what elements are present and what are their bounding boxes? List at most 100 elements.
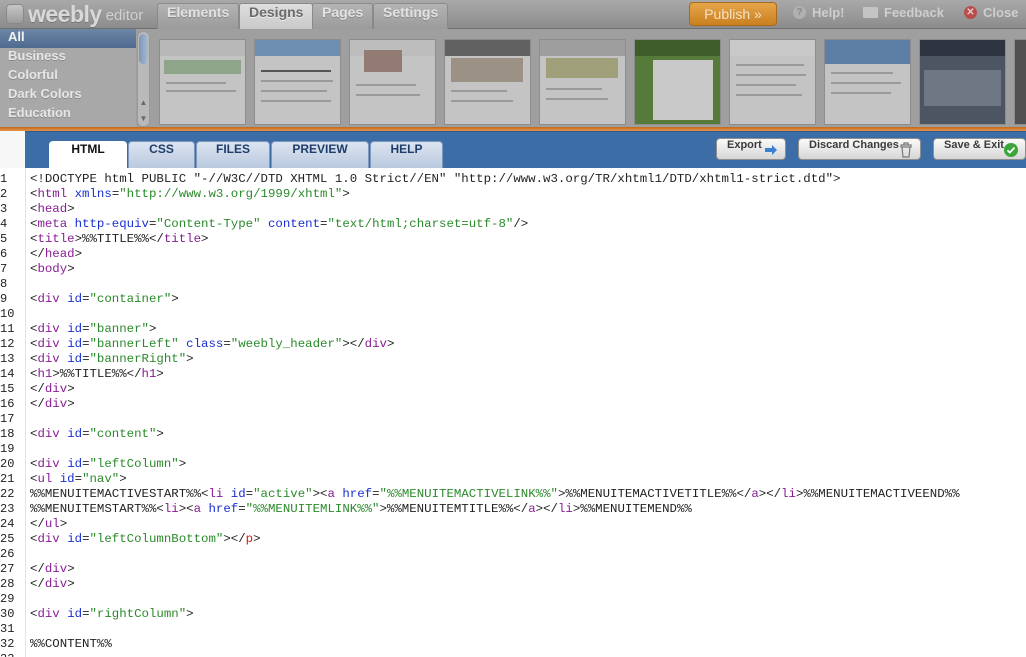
tab-html[interactable]: HTML <box>49 141 127 170</box>
line-number: 24 <box>0 517 15 531</box>
design-category-all[interactable]: All <box>0 29 136 48</box>
line-code: </ul> <box>30 517 68 531</box>
design-thumbnail[interactable] <box>1014 39 1026 125</box>
publish-button[interactable]: Publish » <box>689 2 777 26</box>
code-line[interactable]: 20 <div id="leftColumn"> <box>0 457 1026 472</box>
code-line[interactable]: 26 <box>0 547 1026 562</box>
save-exit-button[interactable]: Save & Exit <box>933 138 1026 160</box>
scrollbar-thumb[interactable] <box>139 34 148 64</box>
code-line[interactable]: 24 </ul> <box>0 517 1026 532</box>
code-line[interactable]: 28 </div> <box>0 577 1026 592</box>
code-line[interactable]: 15 </div> <box>0 382 1026 397</box>
line-number: 23 <box>0 502 15 516</box>
design-thumbnail[interactable] <box>539 39 626 125</box>
code-line[interactable]: 11 <div id="banner"> <box>0 322 1026 337</box>
line-code: <div id="bannerRight"> <box>30 352 194 366</box>
scroll-down-icon[interactable]: ▼ <box>139 114 148 123</box>
designs-panel: All Business Colorful Dark Colors Educat… <box>0 29 1026 127</box>
tab-preview[interactable]: PREVIEW <box>271 141 369 169</box>
help-link[interactable]: ? Help! <box>793 5 845 20</box>
design-thumbnail[interactable] <box>349 39 436 125</box>
line-number: 8 <box>0 277 8 291</box>
code-line[interactable]: 6 </head> <box>0 247 1026 262</box>
code-line[interactable]: 9 <div id="container"> <box>0 292 1026 307</box>
nav-tab-settings[interactable]: Settings <box>373 3 449 29</box>
close-label: Close <box>983 5 1019 20</box>
design-category-dark-colors[interactable]: Dark Colors <box>0 86 136 105</box>
design-category-education[interactable]: Education <box>0 105 136 124</box>
line-code: <body> <box>30 262 75 276</box>
code-editor[interactable]: 1 <!DOCTYPE html PUBLIC "-//W3C//DTD XHTM… <box>0 168 1026 657</box>
design-thumbnail[interactable] <box>159 39 246 125</box>
line-code: </div> <box>30 577 75 591</box>
line-number: 4 <box>0 217 8 231</box>
design-thumbnail[interactable] <box>254 39 341 125</box>
nav-tab-designs[interactable]: Designs <box>239 3 314 29</box>
code-line[interactable]: 25 <div id="leftColumnBottom"></p> <box>0 532 1026 547</box>
design-category-colorful[interactable]: Colorful <box>0 67 136 86</box>
code-line[interactable]: 12 <div id="bannerLeft" class="weebly_hea… <box>0 337 1026 352</box>
code-line[interactable]: 7 <body> <box>0 262 1026 277</box>
line-number: 27 <box>0 562 15 576</box>
line-number: 31 <box>0 622 15 636</box>
code-line[interactable]: 22 %%MENUITEMACTIVESTART%%<li id="active"… <box>0 487 1026 502</box>
line-number: 26 <box>0 547 15 561</box>
design-category-list: All Business Colorful Dark Colors Educat… <box>0 29 136 127</box>
line-number: 19 <box>0 442 15 456</box>
line-code: <ul id="nav"> <box>30 472 127 486</box>
code-line[interactable]: 32 %%CONTENT%% <box>0 637 1026 652</box>
code-line[interactable]: 1 <!DOCTYPE html PUBLIC "-//W3C//DTD XHTM… <box>0 172 1026 187</box>
code-line[interactable]: 31 <box>0 622 1026 637</box>
code-line[interactable]: 10 <box>0 307 1026 322</box>
category-scrollbar[interactable]: ▲ ▼ <box>137 31 150 127</box>
code-line[interactable]: 19 <box>0 442 1026 457</box>
line-number: 33 <box>0 652 14 657</box>
code-line[interactable]: 2 <html xmlns="http://www.w3.org/1999/xht… <box>0 187 1026 202</box>
nav-tab-pages[interactable]: Pages <box>312 3 374 29</box>
scroll-up-icon[interactable]: ▲ <box>139 98 148 107</box>
line-code: <div id="rightColumn"> <box>30 607 194 621</box>
line-code: <meta http-equiv="Content-Type" content=… <box>30 217 529 231</box>
code-line[interactable]: 13 <div id="bannerRight"> <box>0 352 1026 367</box>
code-line[interactable]: 23 %%MENUITEMSTART%%<li><a href="%%MENUIT… <box>0 502 1026 517</box>
export-button[interactable]: Export <box>716 138 786 160</box>
line-number: 32 <box>0 637 15 651</box>
line-code: %%CONTENT%% <box>30 637 112 651</box>
line-number: 7 <box>0 262 8 276</box>
code-line[interactable]: 18 <div id="content"> <box>0 427 1026 442</box>
code-line[interactable]: 14 <h1>%%TITLE%%</h1> <box>0 367 1026 382</box>
line-code: <title>%%TITLE%%</title> <box>30 232 209 246</box>
discard-changes-button[interactable]: Discard Changes <box>798 138 921 160</box>
code-line[interactable]: 33 <box>0 652 1026 657</box>
code-line[interactable]: 3 <head> <box>0 202 1026 217</box>
code-line[interactable]: 30 <div id="rightColumn"> <box>0 607 1026 622</box>
arrow-right-icon <box>765 145 777 155</box>
line-number: 14 <box>0 367 15 381</box>
design-category-business[interactable]: Business <box>0 48 136 67</box>
line-number: 25 <box>0 532 15 546</box>
design-thumbnail[interactable] <box>634 39 721 125</box>
code-line[interactable]: 16 </div> <box>0 397 1026 412</box>
code-line[interactable]: 29 <box>0 592 1026 607</box>
code-line[interactable]: 17 <box>0 412 1026 427</box>
code-line[interactable]: 8 <box>0 277 1026 292</box>
code-line[interactable]: 21 <ul id="nav"> <box>0 472 1026 487</box>
line-code: <div id="content"> <box>30 427 164 441</box>
tab-files[interactable]: FILES <box>196 141 270 169</box>
design-thumbnail[interactable] <box>919 39 1006 125</box>
line-number: 11 <box>0 322 15 336</box>
code-line[interactable]: 5 <title>%%TITLE%%</title> <box>0 232 1026 247</box>
line-number: 28 <box>0 577 15 591</box>
line-number: 30 <box>0 607 15 621</box>
feedback-link[interactable]: Feedback <box>863 5 944 20</box>
nav-tab-elements[interactable]: Elements <box>157 3 240 29</box>
code-line[interactable]: 4 <meta http-equiv="Content-Type" content… <box>0 217 1026 232</box>
line-code: <div id="leftColumn"> <box>30 457 187 471</box>
close-link[interactable]: ✕ Close <box>964 5 1018 20</box>
code-line[interactable]: 27 </div> <box>0 562 1026 577</box>
design-thumbnail[interactable] <box>729 39 816 125</box>
design-thumbnail[interactable] <box>444 39 531 125</box>
design-thumbnail[interactable] <box>824 39 911 125</box>
tab-help[interactable]: HELP <box>370 141 443 169</box>
tab-css[interactable]: CSS <box>128 141 195 169</box>
